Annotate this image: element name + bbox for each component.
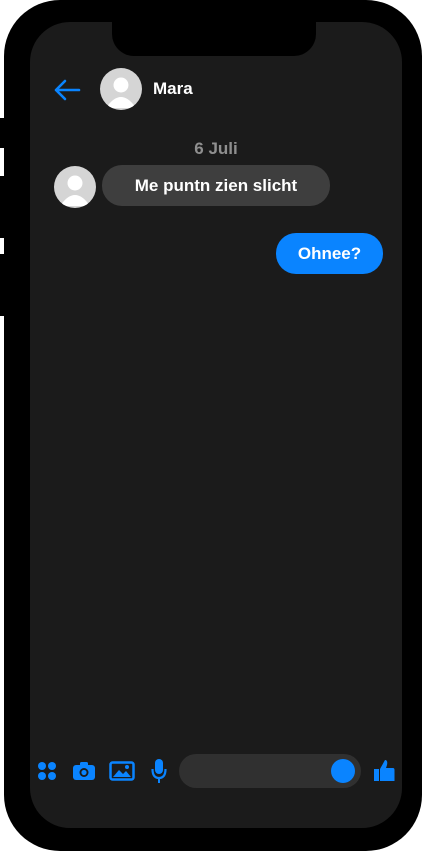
arrow-left-icon [54, 79, 81, 101]
incoming-message-bubble[interactable]: Me puntn zien slicht [102, 165, 330, 206]
message-composer[interactable] [179, 754, 361, 790]
notch [112, 22, 316, 56]
gallery-button[interactable] [108, 759, 136, 783]
sender-avatar [54, 166, 96, 208]
contact-name[interactable]: Mara [153, 79, 193, 99]
user-avatar-icon [106, 77, 136, 108]
chat-screen: Mara 6 Juli Me puntn zien slicht Ohnee? [30, 22, 402, 828]
microphone-icon [151, 759, 167, 783]
user-avatar-icon [60, 175, 90, 206]
thumbs-up-icon [374, 760, 395, 781]
date-separator: 6 Juli [194, 139, 238, 158]
apps-button[interactable] [36, 760, 58, 782]
camera-icon [73, 762, 95, 780]
contact-avatar[interactable] [100, 68, 142, 110]
voice-button[interactable] [148, 757, 170, 785]
image-icon [109, 761, 135, 781]
apps-icon [38, 762, 56, 780]
emoji-icon[interactable] [331, 759, 355, 783]
back-button[interactable] [52, 76, 82, 104]
like-button[interactable] [372, 757, 396, 783]
phone-frame: Mara 6 Juli Me puntn zien slicht Ohnee? [4, 0, 422, 851]
outgoing-message-bubble[interactable]: Ohnee? [276, 233, 383, 274]
message-input[interactable] [191, 754, 330, 790]
camera-button[interactable] [71, 759, 97, 783]
